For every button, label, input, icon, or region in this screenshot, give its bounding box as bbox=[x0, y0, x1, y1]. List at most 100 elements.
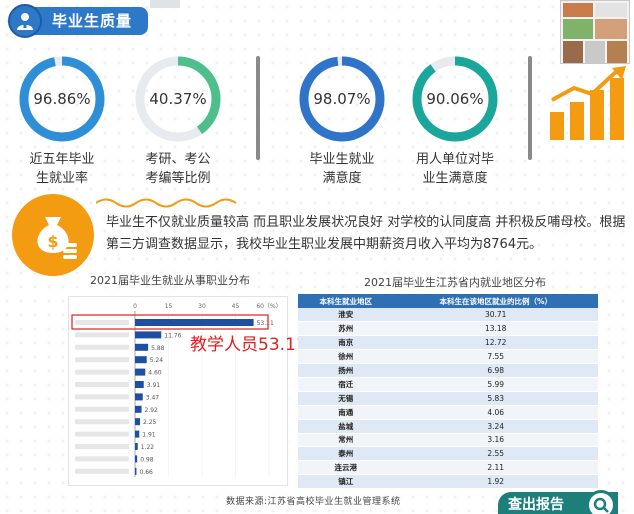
table-row: 徐州 7.55 bbox=[298, 349, 598, 365]
region-cell: 苏州 bbox=[298, 321, 394, 337]
donut-ring: 40.37% bbox=[133, 54, 223, 144]
divider bbox=[528, 56, 532, 160]
ratio-cell: 3.16 bbox=[393, 433, 598, 448]
table-header-cell: 本科生就业地区 bbox=[298, 294, 394, 308]
value-label: 3.47 bbox=[146, 394, 160, 401]
table-title: 2021届毕业生江苏省内就业地区分布 bbox=[364, 276, 546, 289]
category-label-placeholder bbox=[75, 456, 129, 462]
bar bbox=[135, 381, 144, 388]
stat-caption-line: 考研、考公 bbox=[145, 152, 211, 167]
bar bbox=[135, 331, 162, 339]
value-label: 2.25 bbox=[143, 419, 157, 426]
thumbnail-image[interactable] bbox=[560, 0, 630, 64]
value-label: 2.92 bbox=[145, 407, 159, 414]
region-cell: 泰州 bbox=[298, 446, 394, 462]
growth-chart-icon bbox=[550, 66, 626, 140]
value-label: 4.60 bbox=[148, 370, 162, 377]
graduate-icon bbox=[8, 4, 42, 38]
bar bbox=[135, 405, 142, 413]
bar bbox=[135, 430, 140, 438]
category-label-placeholder bbox=[75, 332, 129, 338]
ratio-cell: 2.11 bbox=[393, 460, 598, 476]
ratio-cell: 12.72 bbox=[393, 335, 598, 351]
stat-value: 96.86% bbox=[33, 90, 91, 108]
ratio-cell: 6.98 bbox=[393, 363, 598, 378]
category-label-placeholder bbox=[75, 431, 129, 437]
x-tick-label: 60（%） bbox=[256, 303, 281, 310]
summary-paragraph: 毕业生不仅就业质量较高 而且职业发展状况良好 对学校的认同度高 并积极反哺母校。… bbox=[106, 215, 626, 252]
region-cell: 南京 bbox=[298, 335, 394, 351]
top-strip bbox=[150, 0, 180, 8]
region-cell: 扬州 bbox=[298, 363, 394, 378]
value-label: 53.11 bbox=[257, 320, 274, 327]
donut-ring: 98.07% bbox=[297, 54, 387, 144]
stat-caption-line: 毕业生就业 bbox=[309, 152, 375, 167]
table-row: 淮安 30.71 bbox=[298, 308, 598, 323]
money-bag-icon: $ bbox=[12, 194, 94, 276]
ratio-cell: 3.24 bbox=[393, 419, 598, 434]
table-header-cell: 本科生在该地区就业的比例（%） bbox=[393, 294, 598, 308]
stat-caption-line: 近五年毕业 bbox=[29, 152, 95, 167]
ratio-cell: 5.99 bbox=[393, 377, 598, 392]
table-row: 镇江 1.92 bbox=[298, 474, 598, 490]
region-cell: 无锡 bbox=[298, 391, 394, 406]
region-cell: 南通 bbox=[298, 405, 394, 420]
bar bbox=[135, 319, 254, 326]
bar bbox=[135, 356, 147, 364]
region-cell: 淮安 bbox=[298, 308, 394, 323]
table-row: 南京 12.72 bbox=[298, 335, 598, 351]
search-icon[interactable] bbox=[586, 490, 616, 514]
value-label: 3.91 bbox=[147, 382, 161, 389]
x-tick-label: 15 bbox=[165, 303, 173, 310]
bar bbox=[135, 418, 141, 426]
category-label-placeholder bbox=[75, 394, 129, 400]
value-label: 1.91 bbox=[142, 432, 156, 439]
category-label-placeholder bbox=[75, 357, 129, 363]
stat-value: 98.07% bbox=[313, 90, 371, 108]
region-cell: 宿迁 bbox=[298, 377, 394, 392]
category-label-placeholder bbox=[75, 344, 129, 350]
bar bbox=[135, 393, 143, 401]
bar bbox=[135, 368, 146, 376]
region-cell: 镇江 bbox=[298, 474, 394, 490]
table-header-row: 本科生就业地区 本科生在该地区就业的比例（%） bbox=[298, 294, 598, 308]
bar-chart-title: 2021届毕业生就业从事职业分布 bbox=[90, 274, 250, 287]
category-label-placeholder bbox=[75, 444, 129, 449]
value-label: 5.88 bbox=[151, 345, 165, 352]
x-tick-label: 30 bbox=[198, 303, 206, 310]
ratio-cell: 1.92 bbox=[393, 474, 598, 490]
region-cell: 常州 bbox=[298, 433, 394, 448]
divider bbox=[256, 56, 260, 160]
donut-ring: 90.06% bbox=[410, 54, 500, 144]
value-label: 0.98 bbox=[140, 456, 154, 463]
stat-caption-line: 生就业率 bbox=[35, 171, 88, 186]
table-row: 泰州 2.55 bbox=[298, 446, 598, 462]
donut-ring: 96.86% bbox=[17, 54, 107, 144]
stat-employment-rate: 96.86% 近五年毕业生就业率 bbox=[12, 54, 112, 188]
category-label-placeholder bbox=[75, 406, 129, 412]
region-table: 本科生就业地区 本科生在该地区就业的比例（%） 淮安 30.71 苏州 13.18 南京… bbox=[298, 294, 598, 490]
data-source-note: 数据来源:江苏省高校毕业生就业管理系统 bbox=[226, 497, 401, 507]
stat-value: 40.37% bbox=[149, 90, 207, 108]
table-row: 盐城 3.24 bbox=[298, 419, 598, 434]
stat-employer-satisfaction: 90.06% 用人单位对毕 业生满意度 bbox=[400, 54, 510, 188]
ratio-cell: 30.71 bbox=[393, 308, 598, 323]
ratio-cell: 4.06 bbox=[393, 405, 598, 420]
table-row: 宿迁 5.99 bbox=[298, 377, 598, 392]
category-label-placeholder bbox=[75, 320, 129, 325]
table-row: 南通 4.06 bbox=[298, 405, 598, 420]
bar bbox=[135, 443, 138, 450]
ratio-cell: 2.55 bbox=[393, 446, 598, 462]
region-cell: 徐州 bbox=[298, 349, 394, 365]
stat-graduate-satisfaction: 98.07% 毕业生就业 满意度 bbox=[292, 54, 392, 188]
stat-postgrad-ratio: 40.37% 考研、考公 考编等比例 bbox=[128, 54, 228, 188]
category-label-placeholder bbox=[75, 419, 129, 425]
bar bbox=[135, 455, 138, 463]
table-row: 苏州 13.18 bbox=[298, 321, 598, 337]
bar bbox=[135, 343, 149, 351]
table-row: 扬州 6.98 bbox=[298, 363, 598, 378]
bar bbox=[135, 467, 137, 475]
decorative-wave bbox=[96, 198, 237, 208]
svg-text:$: $ bbox=[47, 232, 58, 251]
table-row: 无锡 5.83 bbox=[298, 391, 598, 406]
